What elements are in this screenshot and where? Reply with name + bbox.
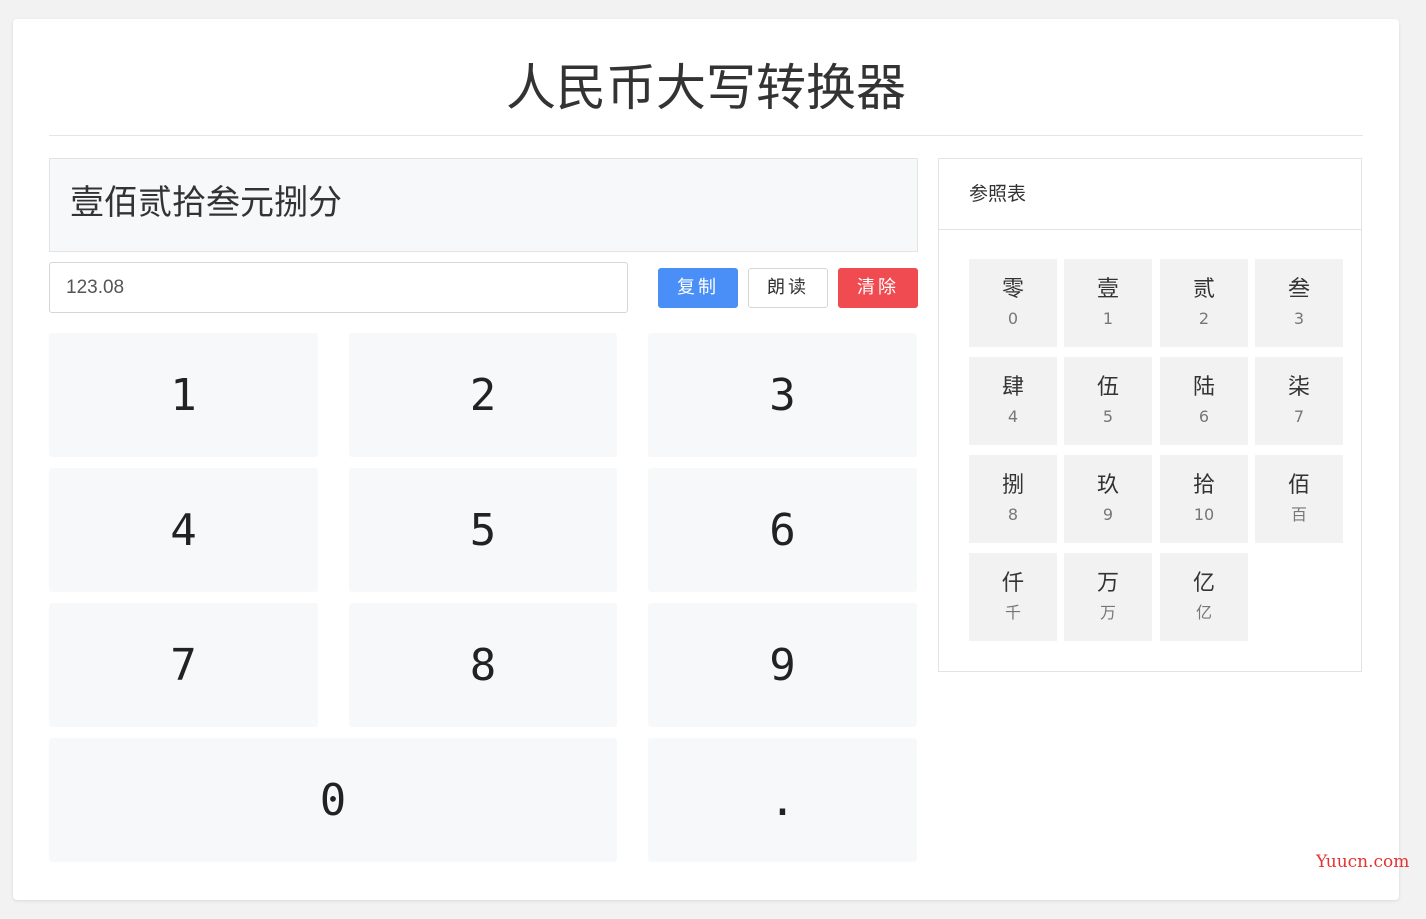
key-3[interactable]: 3	[648, 333, 917, 457]
reference-value: 3	[1293, 309, 1305, 328]
key-1[interactable]: 1	[49, 333, 318, 457]
reference-cell: 陆 6	[1160, 357, 1248, 445]
read-aloud-button[interactable]: 朗读	[748, 268, 828, 308]
reference-char: 陆	[1192, 375, 1215, 400]
key-0[interactable]: 0	[49, 738, 617, 862]
converter-card: 人民币大写转换器 壹佰贰拾叁元捌分 复制 朗读 清除 1 2 3 4 5 6 7…	[13, 19, 1399, 900]
reference-char: 贰	[1192, 277, 1215, 302]
reference-value: 8	[1007, 505, 1019, 524]
reference-value: 5	[1102, 407, 1114, 426]
reference-value: 百	[1290, 505, 1307, 524]
reference-cell: 万 万	[1064, 553, 1152, 641]
key-4[interactable]: 4	[49, 468, 318, 592]
key-2[interactable]: 2	[349, 333, 617, 457]
reference-char: 捌	[1001, 473, 1024, 498]
reference-char: 零	[1001, 277, 1024, 302]
reference-value: 2	[1198, 309, 1210, 328]
uppercase-result-display: 壹佰贰拾叁元捌分	[49, 158, 918, 252]
reference-cell: 壹 1	[1064, 259, 1152, 347]
reference-cell: 伍 5	[1064, 357, 1152, 445]
reference-cell: 捌 8	[969, 455, 1057, 543]
reference-char: 叁	[1287, 277, 1310, 302]
reference-char: 仟	[1001, 571, 1024, 596]
reference-value: 10	[1193, 505, 1215, 524]
copy-button[interactable]: 复制	[658, 268, 738, 308]
reference-char: 亿	[1192, 571, 1215, 596]
reference-value: 4	[1007, 407, 1019, 426]
reference-table-panel: 参照表 零 0 壹 1 贰 2 叁 3 肆 4 伍 5 陆 6 柒 7 捌 8 …	[938, 158, 1362, 672]
key-8[interactable]: 8	[349, 603, 617, 727]
reference-cell: 佰 百	[1255, 455, 1343, 543]
key-9[interactable]: 9	[648, 603, 917, 727]
reference-char: 佰	[1287, 473, 1310, 498]
clear-button[interactable]: 清除	[838, 268, 918, 308]
reference-value: 亿	[1195, 603, 1212, 622]
reference-cell: 亿 亿	[1160, 553, 1248, 641]
key-5[interactable]: 5	[349, 468, 617, 592]
reference-cell: 玖 9	[1064, 455, 1152, 543]
reference-value: 万	[1099, 603, 1116, 622]
amount-input[interactable]	[49, 262, 628, 313]
reference-cell: 拾 10	[1160, 455, 1248, 543]
reference-char: 拾	[1192, 473, 1215, 498]
reference-cell: 肆 4	[969, 357, 1057, 445]
key-6[interactable]: 6	[648, 468, 917, 592]
reference-char: 伍	[1096, 375, 1119, 400]
reference-value: 1	[1102, 309, 1114, 328]
reference-char: 壹	[1096, 277, 1119, 302]
reference-char: 玖	[1096, 473, 1119, 498]
reference-value: 6	[1198, 407, 1210, 426]
key-decimal-point[interactable]: .	[648, 738, 917, 862]
reference-cell: 零 0	[969, 259, 1057, 347]
reference-value: 千	[1004, 603, 1021, 622]
reference-cell: 叁 3	[1255, 259, 1343, 347]
reference-char: 肆	[1001, 375, 1024, 400]
reference-cell: 贰 2	[1160, 259, 1248, 347]
reference-value: 7	[1293, 407, 1305, 426]
reference-value: 0	[1007, 309, 1019, 328]
site-watermark: Yuucn.com	[1316, 852, 1410, 872]
key-7[interactable]: 7	[49, 603, 318, 727]
reference-table-heading: 参照表	[939, 159, 1361, 230]
title-divider	[49, 135, 1363, 136]
reference-char: 柒	[1287, 375, 1310, 400]
reference-value: 9	[1102, 505, 1114, 524]
reference-cell: 柒 7	[1255, 357, 1343, 445]
page-title: 人民币大写转换器	[506, 59, 906, 117]
reference-cell: 仟 千	[969, 553, 1057, 641]
reference-char: 万	[1096, 571, 1119, 596]
